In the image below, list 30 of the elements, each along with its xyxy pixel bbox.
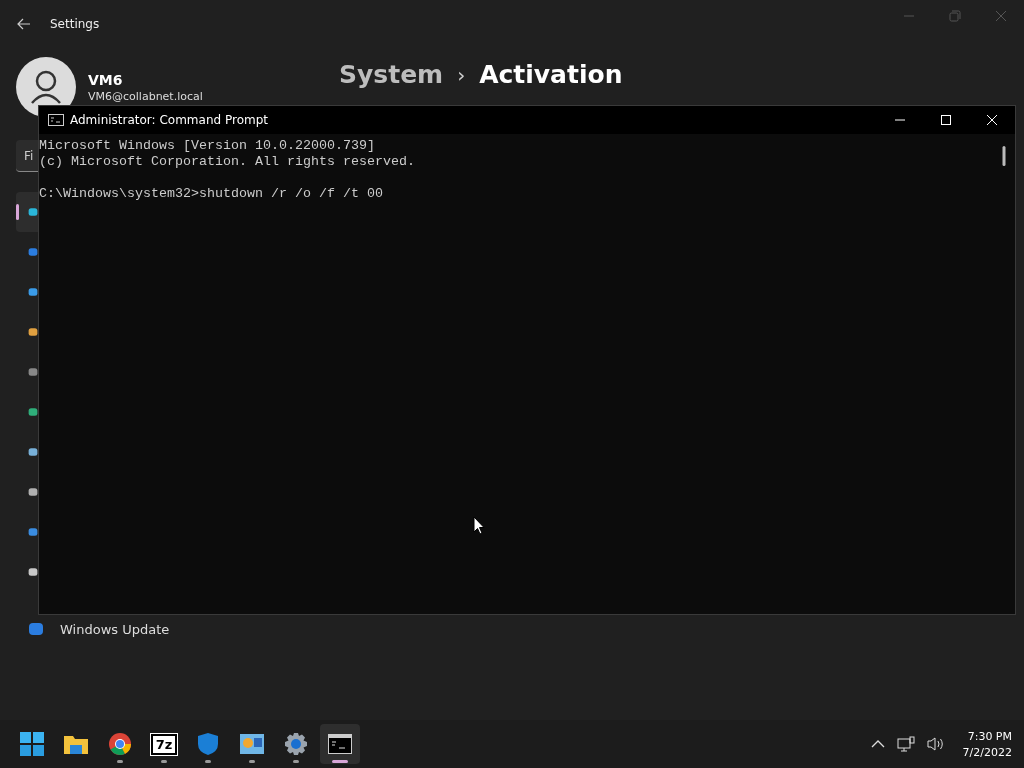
window-title: Administrator: Command Prompt: [70, 113, 268, 127]
control-panel-icon: [239, 733, 265, 755]
breadcrumb-parent[interactable]: System: [339, 60, 444, 89]
breadcrumb-separator: ›: [457, 62, 466, 87]
user-email: VM6@collabnet.local: [88, 89, 203, 103]
chrome-icon: [108, 732, 132, 756]
console-line: (c) Microsoft Corporation. All rights reserved.: [39, 154, 416, 170]
page-title: Activation: [479, 60, 623, 89]
window-title: Settings: [50, 17, 100, 31]
clock[interactable]: 7:30 PM 7/2/2022: [962, 729, 1012, 759]
pointer-icon: [473, 516, 485, 535]
search-field[interactable]: Fi: [16, 140, 38, 172]
taskbar-button[interactable]: 7z: [144, 724, 184, 764]
terminal-icon: [48, 114, 64, 126]
volume-icon[interactable]: [926, 736, 945, 752]
terminal-icon: [328, 734, 352, 754]
folder-icon: [63, 733, 89, 755]
archive-icon: 7z: [150, 733, 178, 755]
chevron-up-icon[interactable]: [870, 740, 885, 748]
gear-icon: [284, 732, 308, 756]
start-icon: [20, 732, 44, 756]
sidebar-item[interactable]: [16, 192, 38, 232]
taskbar-button[interactable]: [320, 724, 360, 764]
command-line: C:\Windows\system32>shutdown /r /o /f /t 00: [39, 186, 384, 202]
maximize-icon[interactable]: [940, 114, 952, 126]
back-icon[interactable]: [17, 18, 31, 30]
network-icon[interactable]: [896, 736, 915, 752]
user-name: VM6: [88, 71, 124, 88]
sidebar-item[interactable]: Windows Update: [16, 618, 276, 640]
console-line: Microsoft Windows [Version 10.0.22000.739]: [39, 138, 376, 154]
